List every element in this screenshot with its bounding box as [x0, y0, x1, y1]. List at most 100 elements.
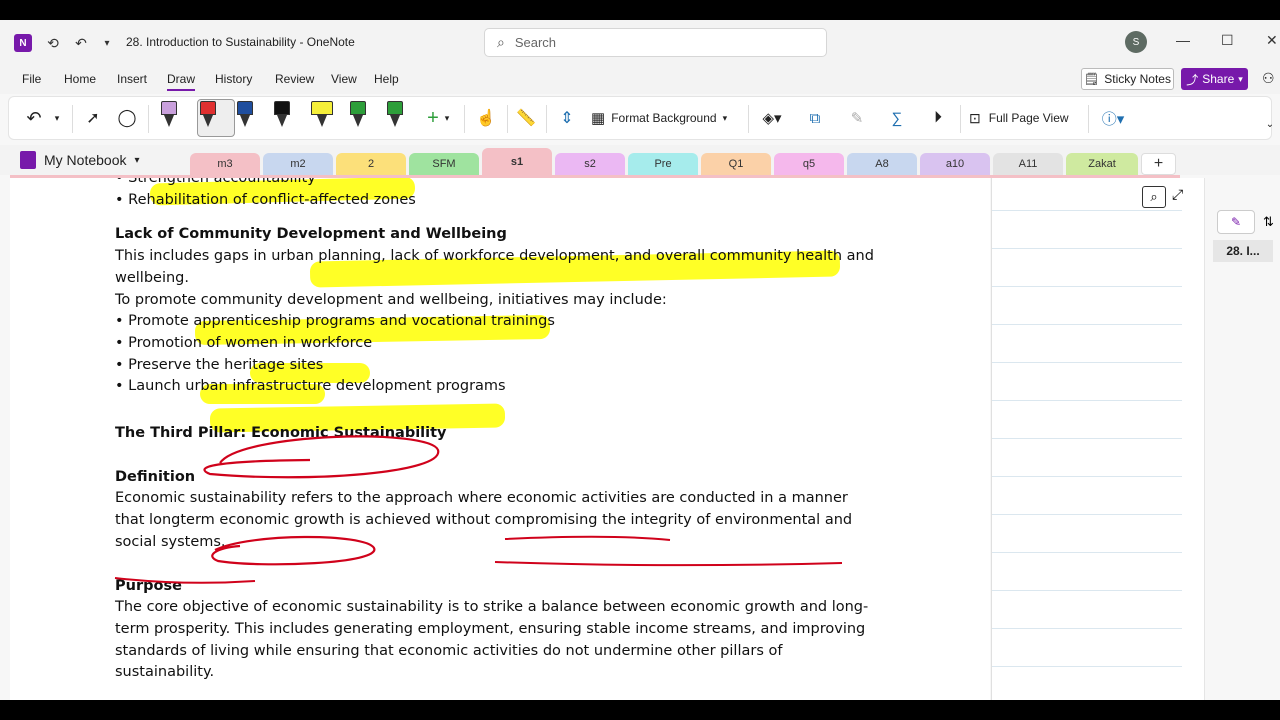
black-pen-icon[interactable] — [274, 101, 290, 135]
divider — [507, 105, 508, 133]
page-list-pane: ✎ ⇅ 28. I... — [1204, 178, 1280, 700]
chevron-down-icon: ▾ — [722, 112, 728, 123]
page-list-item[interactable]: 28. I... — [1213, 240, 1273, 262]
search-icon[interactable]: ⌕ — [1142, 186, 1166, 208]
green-marker-icon[interactable] — [387, 101, 403, 135]
divider — [148, 105, 149, 133]
ruler-icon[interactable]: 📏 — [514, 105, 538, 131]
section-tab-pre[interactable]: Pre — [628, 153, 698, 175]
side-pane: ⌕ ⤢ — [991, 178, 1204, 700]
section-tab-sfm[interactable]: SFM — [409, 153, 479, 175]
onenote-window: N ⟲ ↶ ▾ 28. Introduction to Sustainabili… — [0, 20, 1280, 700]
maximize-icon[interactable]: ☐ — [1221, 32, 1234, 49]
notebook-bar: My Notebook ▾ m3 m2 2 SFM s1 s2 Pre Q1 q5 A8 a10 A1… — [0, 145, 1280, 175]
paragraph-text: This includes gaps in urban planning, la… — [115, 248, 874, 265]
divider — [546, 105, 547, 133]
draw-ribbon: ↶ ▾ ➚ ◯ + ▾ ☝ 📏 ⇕ ▦ Format Background ▾ … — [8, 96, 1274, 140]
divider — [72, 105, 73, 133]
menu-review[interactable]: Review — [275, 72, 314, 86]
ink-to-math-icon[interactable]: ∑ — [885, 105, 909, 131]
section-tab-s1[interactable]: s1 — [482, 148, 552, 175]
insert-space-icon[interactable]: ⇕ — [555, 105, 579, 131]
ruled-line — [992, 552, 1182, 553]
share-button[interactable]: ⤴ Share ▾ — [1181, 68, 1248, 90]
subheading: Definition — [115, 468, 196, 485]
menu-draw[interactable]: Draw — [167, 72, 196, 91]
yellow-highlighter-icon[interactable] — [311, 101, 333, 135]
undo-button[interactable]: ↶ — [21, 105, 47, 131]
blue-pen-icon[interactable] — [237, 101, 253, 135]
section-tab-a11[interactable]: A11 — [993, 153, 1063, 175]
menu-help[interactable]: Help — [374, 72, 399, 86]
ruled-line — [992, 666, 1182, 667]
menu-home[interactable]: Home — [64, 72, 96, 86]
note-text-container[interactable]: • Strengthen accountability • Rehabilita… — [115, 178, 885, 684]
add-pen-dropdown-icon[interactable]: ▾ — [442, 105, 452, 131]
sticky-notes-button[interactable]: 🗒 Sticky Notes — [1081, 68, 1174, 90]
sort-pages-icon[interactable]: ⇅ — [1263, 214, 1274, 230]
highlighter-pen-icon[interactable] — [161, 101, 177, 135]
section-tab-a8[interactable]: A8 — [847, 153, 917, 175]
section-tab-q1[interactable]: Q1 — [701, 153, 771, 175]
section-tab-a10[interactable]: a10 — [920, 153, 990, 175]
expand-icon[interactable]: ⤢ — [1172, 186, 1183, 203]
minimize-icon[interactable]: — — [1176, 32, 1190, 48]
touch-draw-icon[interactable]: ☝ — [474, 105, 498, 131]
paragraph-text: To promote community development and wel… — [115, 291, 667, 308]
section-tab-s2[interactable]: s2 — [555, 153, 625, 175]
format-background-label: Format Background — [611, 111, 717, 125]
section-tab-2[interactable]: 2 — [336, 153, 406, 175]
grid-icon: ▦ — [591, 110, 606, 127]
ruled-line — [992, 628, 1182, 629]
menu-history[interactable]: History — [215, 72, 252, 86]
ink-to-shape-icon[interactable]: ⧉ — [803, 105, 827, 131]
section-heading: The Third Pillar: Economic Sustainabilit… — [115, 425, 447, 442]
add-section-button[interactable]: + — [1141, 153, 1176, 175]
window-title: 28. Introduction to Sustainability - One… — [126, 35, 355, 49]
ruled-line — [992, 248, 1182, 249]
notebook-selector[interactable]: My Notebook ▾ — [20, 151, 140, 169]
lasso-select-icon[interactable]: ◯ — [115, 105, 139, 131]
search-box[interactable]: ⌕ Search — [484, 28, 827, 57]
search-placeholder: Search — [514, 35, 557, 50]
note-page[interactable]: • Strengthen accountability • Rehabilita… — [10, 178, 990, 700]
close-icon[interactable]: ✕ — [1266, 32, 1278, 49]
avatar[interactable]: S — [1125, 31, 1147, 53]
paragraph-text: Economic sustainability refers to the ap… — [115, 490, 848, 507]
undo-icon[interactable]: ↶ — [72, 32, 90, 54]
ink-to-text-icon[interactable]: ✎ — [845, 105, 869, 131]
shapes-icon[interactable]: ◈▾ — [757, 105, 787, 131]
ruled-line — [992, 438, 1182, 439]
undo-dropdown-icon[interactable]: ▾ — [51, 105, 63, 131]
ink-replay-icon[interactable]: ⏵ — [926, 105, 950, 131]
ruled-line — [992, 324, 1182, 325]
format-background-button[interactable]: ▦ Format Background ▾ — [591, 105, 741, 131]
full-page-view-button[interactable]: ⊡ Full Page View — [969, 105, 1079, 131]
back-icon[interactable]: ⟲ — [44, 32, 62, 54]
section-tab-m2[interactable]: m2 — [263, 153, 333, 175]
section-tab-q5[interactable]: q5 — [774, 153, 844, 175]
people-icon[interactable]: ⚇ — [1262, 70, 1275, 87]
subheading: Purpose — [115, 577, 182, 594]
chevron-down-icon: ▾ — [1238, 73, 1243, 84]
paragraph-text: social systems. — [115, 533, 226, 550]
menu-insert[interactable]: Insert — [117, 72, 147, 86]
collapse-ribbon-icon[interactable]: ⌄ — [1264, 111, 1276, 137]
notebook-icon — [20, 151, 36, 169]
share-label: Share — [1202, 72, 1235, 86]
red-pen-icon[interactable] — [200, 101, 216, 135]
menu-file[interactable]: File — [22, 72, 41, 86]
new-page-icon[interactable]: ✎ — [1217, 210, 1255, 234]
section-heading: Lack of Community Development and Wellbe… — [115, 226, 507, 243]
chevron-down-icon: ▾ — [134, 154, 140, 166]
select-pointer-icon[interactable]: ➚ — [81, 105, 105, 131]
search-icon: ⌕ — [497, 34, 505, 50]
paragraph-text: wellbeing. — [115, 269, 189, 286]
green-pen-icon[interactable] — [350, 101, 366, 135]
section-tab-m3[interactable]: m3 — [190, 153, 260, 175]
ruled-line — [992, 210, 1182, 211]
help-icon[interactable]: ⓘ▾ — [1096, 105, 1130, 131]
customize-quick-access-icon[interactable]: ▾ — [100, 32, 114, 54]
menu-view[interactable]: View — [331, 72, 357, 86]
section-tab-zakat[interactable]: Zakat — [1066, 153, 1138, 175]
